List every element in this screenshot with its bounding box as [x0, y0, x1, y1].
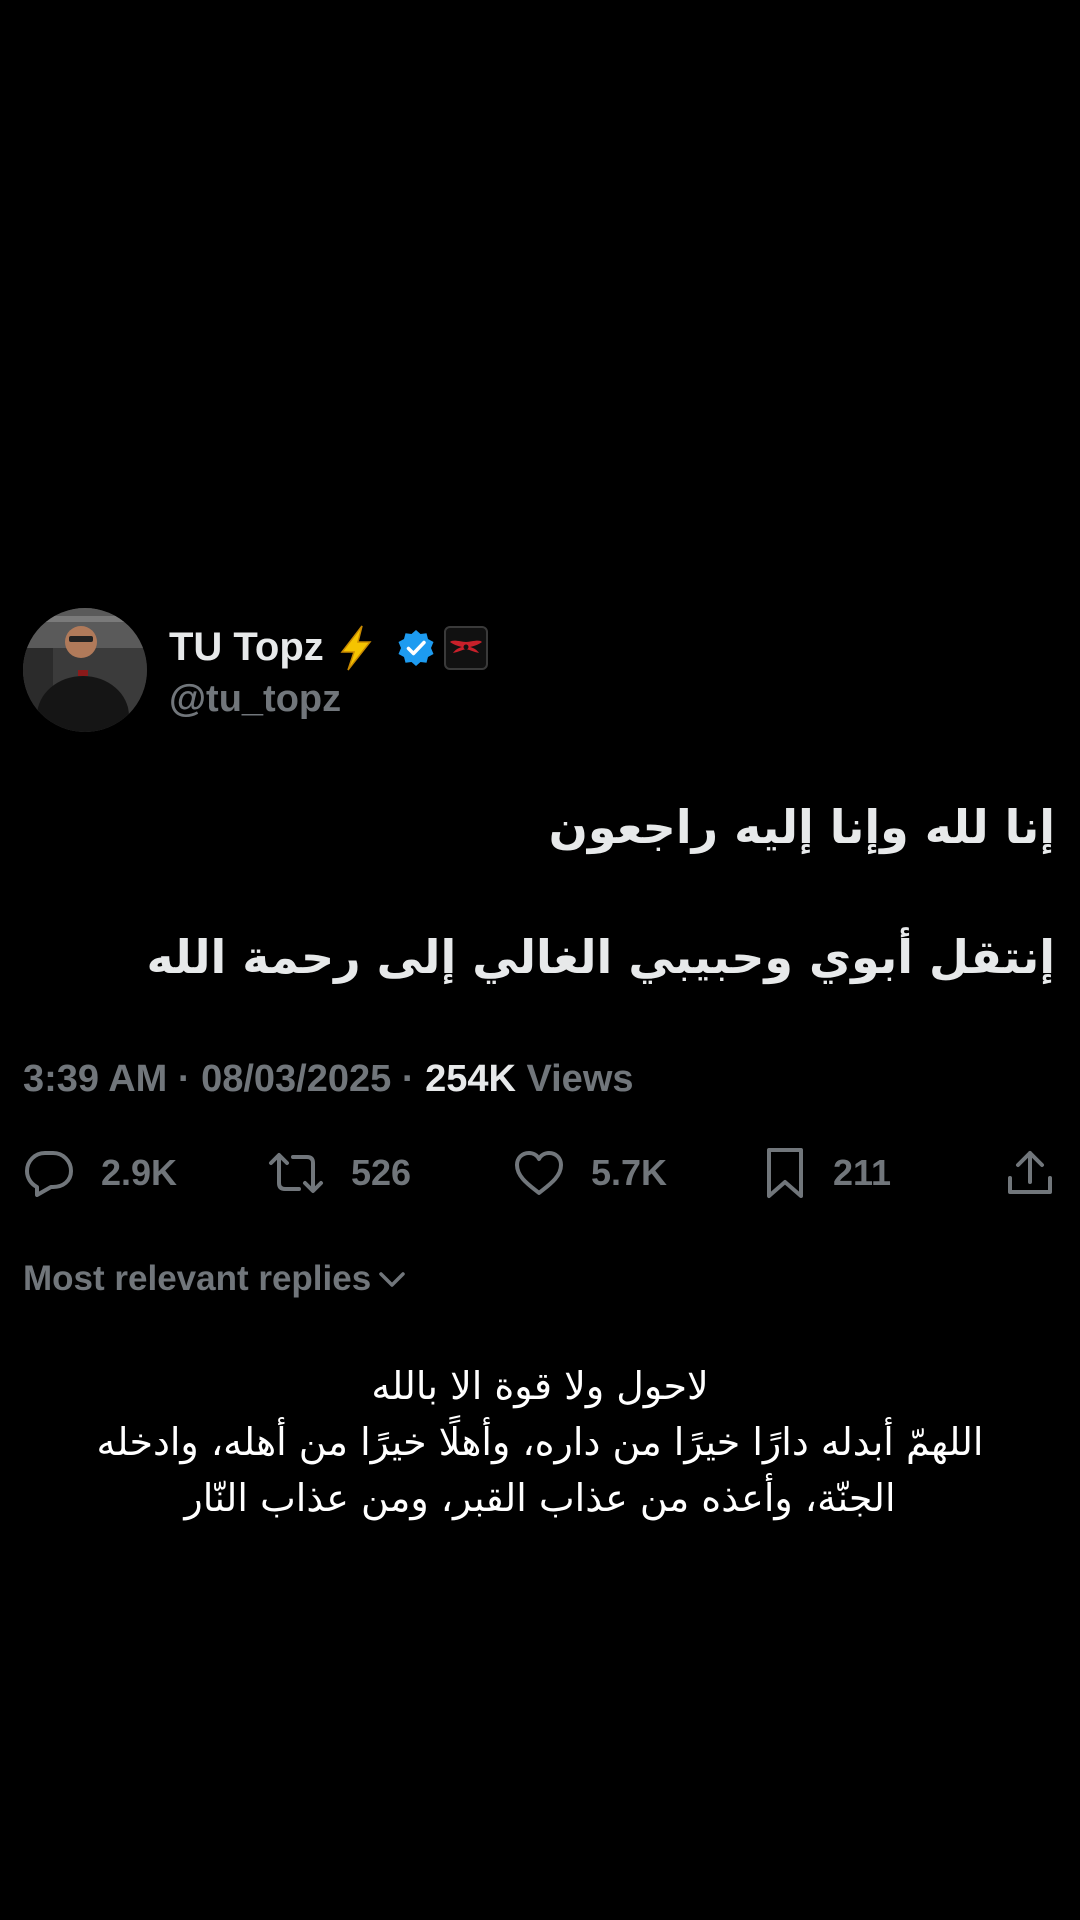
replies-sort-label: Most relevant replies: [23, 1259, 372, 1298]
views-count: 254K: [425, 1058, 516, 1100]
views-label: Views: [526, 1058, 634, 1100]
bookmark-button[interactable]: 211: [763, 1145, 891, 1201]
replies-sort-dropdown[interactable]: Most relevant replies: [23, 1259, 407, 1299]
tweet-header: TU Topz @tu_topz: [23, 608, 488, 732]
reply-icon: [25, 1151, 73, 1197]
heart-icon: [515, 1151, 563, 1195]
like-button[interactable]: 5.7K: [513, 1145, 667, 1201]
reply-count: 2.9K: [101, 1152, 178, 1193]
tweet-meta: 3:39 AM · 08/03/2025 · 254K Views: [23, 1058, 634, 1101]
reply-text-line: اللهمّ أبدله دارًا خيرًا من داره، وأهلًا…: [96, 1420, 984, 1464]
avatar-image: [23, 608, 147, 732]
tweet-date[interactable]: 08/03/2025: [201, 1058, 391, 1100]
share-button[interactable]: [1005, 1145, 1055, 1201]
repost-button[interactable]: 526: [267, 1145, 411, 1201]
tweet-time[interactable]: 3:39 AM: [23, 1058, 167, 1100]
repost-icon: [269, 1153, 323, 1193]
lightning-bolt-icon: [336, 624, 376, 672]
reply-text: لاحول ولا قوة الا بالله اللهمّ أبدله دار…: [60, 1358, 1020, 1526]
name-row: TU Topz: [169, 620, 488, 676]
like-count: 5.7K: [591, 1152, 668, 1193]
chevron-down-icon: [379, 1272, 405, 1287]
reply-text-line: لاحول ولا قوة الا بالله: [371, 1364, 709, 1408]
display-name[interactable]: TU Topz: [169, 625, 324, 670]
bookmark-count: 211: [833, 1152, 892, 1193]
reply-text-line: الجنّة، وأعذه من عذاب القبر، ومن عذاب ال…: [184, 1476, 896, 1520]
affiliate-badge-icon[interactable]: [443, 625, 488, 670]
repost-count: 526: [351, 1152, 412, 1193]
user-info: TU Topz @tu_topz: [169, 620, 488, 721]
tweet-text-line: إنا لله وإنا إليه راجعون: [548, 800, 1055, 854]
bookmark-icon: [767, 1148, 803, 1198]
tweet-text-line: إنتقل أبوي وحبيبي الغالي إلى رحمة الله: [146, 930, 1055, 984]
avatar[interactable]: [23, 608, 147, 732]
reply-button[interactable]: 2.9K: [23, 1145, 177, 1201]
meta-separator: ·: [401, 1058, 415, 1100]
meta-separator: ·: [177, 1058, 191, 1100]
share-icon: [1008, 1151, 1052, 1194]
verified-badge-icon[interactable]: [396, 628, 436, 668]
user-handle[interactable]: @tu_topz: [169, 678, 488, 721]
action-bar: 2.9K 526 5.7K 211: [23, 1145, 1058, 1201]
